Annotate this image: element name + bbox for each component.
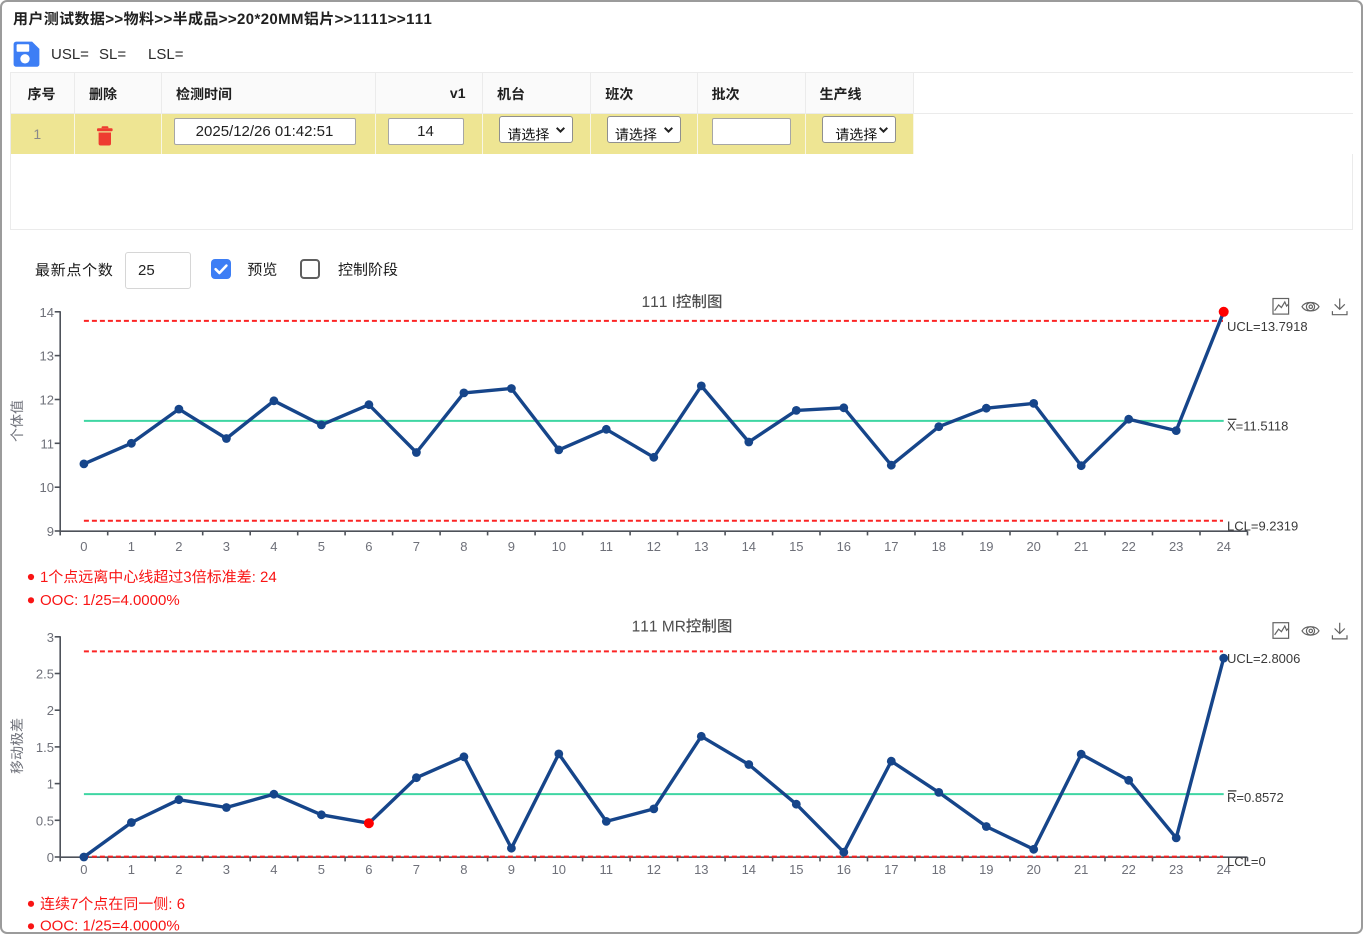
- svg-text:5: 5: [318, 539, 325, 554]
- svg-text:17: 17: [884, 862, 898, 877]
- svg-text:15: 15: [789, 862, 803, 877]
- svg-text:19: 19: [979, 862, 993, 877]
- svg-text:19: 19: [979, 539, 993, 554]
- svg-text:11: 11: [41, 436, 55, 451]
- svg-text:X=11.5118: X=11.5118: [1227, 419, 1288, 434]
- svg-text:7: 7: [413, 539, 420, 554]
- svg-text:22: 22: [1121, 539, 1135, 554]
- svg-text:2: 2: [175, 539, 182, 554]
- svg-text:10: 10: [552, 539, 566, 554]
- svg-text:11: 11: [600, 862, 614, 877]
- svg-text:5: 5: [318, 862, 325, 877]
- svg-text:2.5: 2.5: [36, 667, 54, 682]
- svg-text:0: 0: [80, 862, 87, 877]
- svg-text:18: 18: [932, 539, 946, 554]
- svg-text:11: 11: [600, 539, 614, 554]
- svg-text:0: 0: [47, 850, 54, 865]
- svg-text:17: 17: [884, 539, 898, 554]
- svg-text:R=0.8572: R=0.8572: [1227, 790, 1284, 805]
- svg-text:12: 12: [40, 393, 54, 408]
- svg-text:24: 24: [1216, 539, 1230, 554]
- svg-text:13: 13: [694, 862, 708, 877]
- svg-text:UCL=2.8006: UCL=2.8006: [1227, 651, 1300, 666]
- svg-text:4: 4: [270, 862, 277, 877]
- svg-text:13: 13: [694, 539, 708, 554]
- svg-text:0.5: 0.5: [36, 813, 54, 828]
- svg-text:9: 9: [508, 539, 515, 554]
- svg-text:1: 1: [128, 862, 135, 877]
- svg-text:15: 15: [789, 539, 803, 554]
- svg-text:3: 3: [223, 539, 230, 554]
- svg-text:LCL=0: LCL=0: [1227, 854, 1266, 869]
- svg-text:6: 6: [365, 862, 372, 877]
- svg-text:0: 0: [80, 539, 87, 554]
- svg-text:2: 2: [175, 862, 182, 877]
- svg-text:7: 7: [413, 862, 420, 877]
- svg-text:8: 8: [460, 539, 467, 554]
- svg-text:16: 16: [837, 862, 851, 877]
- svg-text:9: 9: [47, 524, 54, 539]
- svg-text:1.5: 1.5: [36, 740, 54, 755]
- svg-text:14: 14: [742, 862, 756, 877]
- svg-text:23: 23: [1169, 539, 1183, 554]
- svg-text:16: 16: [837, 539, 851, 554]
- svg-text:OOC: 1/25=4.0000%: OOC: 1/25=4.0000%: [40, 918, 180, 934]
- svg-text:3: 3: [47, 630, 54, 645]
- svg-text:20: 20: [1026, 539, 1040, 554]
- svg-text:9: 9: [508, 862, 515, 877]
- svg-text:10: 10: [552, 862, 566, 877]
- svg-text:UCL=13.7918: UCL=13.7918: [1227, 319, 1308, 334]
- svg-text:18: 18: [932, 862, 946, 877]
- svg-text:21: 21: [1074, 862, 1088, 877]
- svg-text:20: 20: [1026, 862, 1040, 877]
- svg-text:1: 1: [47, 777, 54, 792]
- svg-text:2: 2: [47, 703, 54, 718]
- svg-text:1: 1: [128, 539, 135, 554]
- svg-text:4: 4: [270, 539, 277, 554]
- svg-text:21: 21: [1074, 539, 1088, 554]
- svg-text:14: 14: [742, 539, 756, 554]
- svg-text:13: 13: [40, 349, 54, 364]
- svg-text:14: 14: [40, 305, 54, 320]
- svg-text:22: 22: [1121, 862, 1135, 877]
- svg-text:12: 12: [647, 539, 661, 554]
- svg-text:LCL=9.2319: LCL=9.2319: [1227, 519, 1298, 534]
- svg-text:12: 12: [647, 862, 661, 877]
- svg-text:OOC: 1/25=4.0000%: OOC: 1/25=4.0000%: [40, 592, 180, 609]
- svg-text:23: 23: [1169, 862, 1183, 877]
- svg-text:6: 6: [365, 539, 372, 554]
- svg-text:8: 8: [460, 862, 467, 877]
- svg-text:10: 10: [40, 480, 54, 495]
- svg-text:3: 3: [223, 862, 230, 877]
